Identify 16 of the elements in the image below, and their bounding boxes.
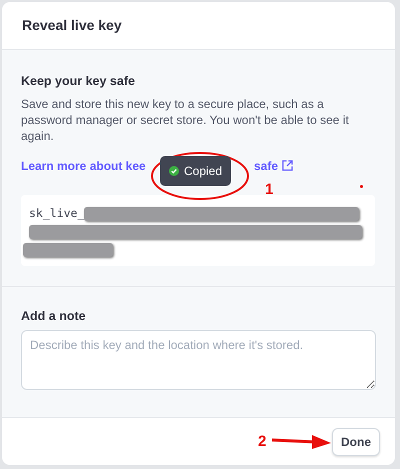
done-button[interactable]: Done	[332, 428, 380, 456]
annotation-arrow	[272, 434, 332, 450]
section-heading: Keep your key safe	[21, 72, 136, 90]
external-link-icon	[282, 160, 294, 171]
annotation-number: 1	[265, 180, 274, 200]
check-icon	[169, 166, 179, 176]
note-field[interactable]: Describe this key and the location where it's stored.	[21, 330, 376, 390]
toast-text: Copied	[184, 162, 222, 180]
dialog-title: Reveal live key	[22, 16, 122, 35]
section-heading: Add a note	[21, 308, 87, 324]
annotation-dot	[360, 184, 363, 188]
key-prefix: sk_live_	[29, 204, 84, 222]
learn-more-link[interactable]: Learn more about kee	[21, 156, 146, 174]
learn-more-link[interactable]: safe	[254, 156, 294, 174]
description-text: Save and store this new key to a secure place, such as a password manager or secret store. You won't be able to see it again.	[21, 96, 350, 144]
annotation-number: 2	[258, 432, 266, 452]
